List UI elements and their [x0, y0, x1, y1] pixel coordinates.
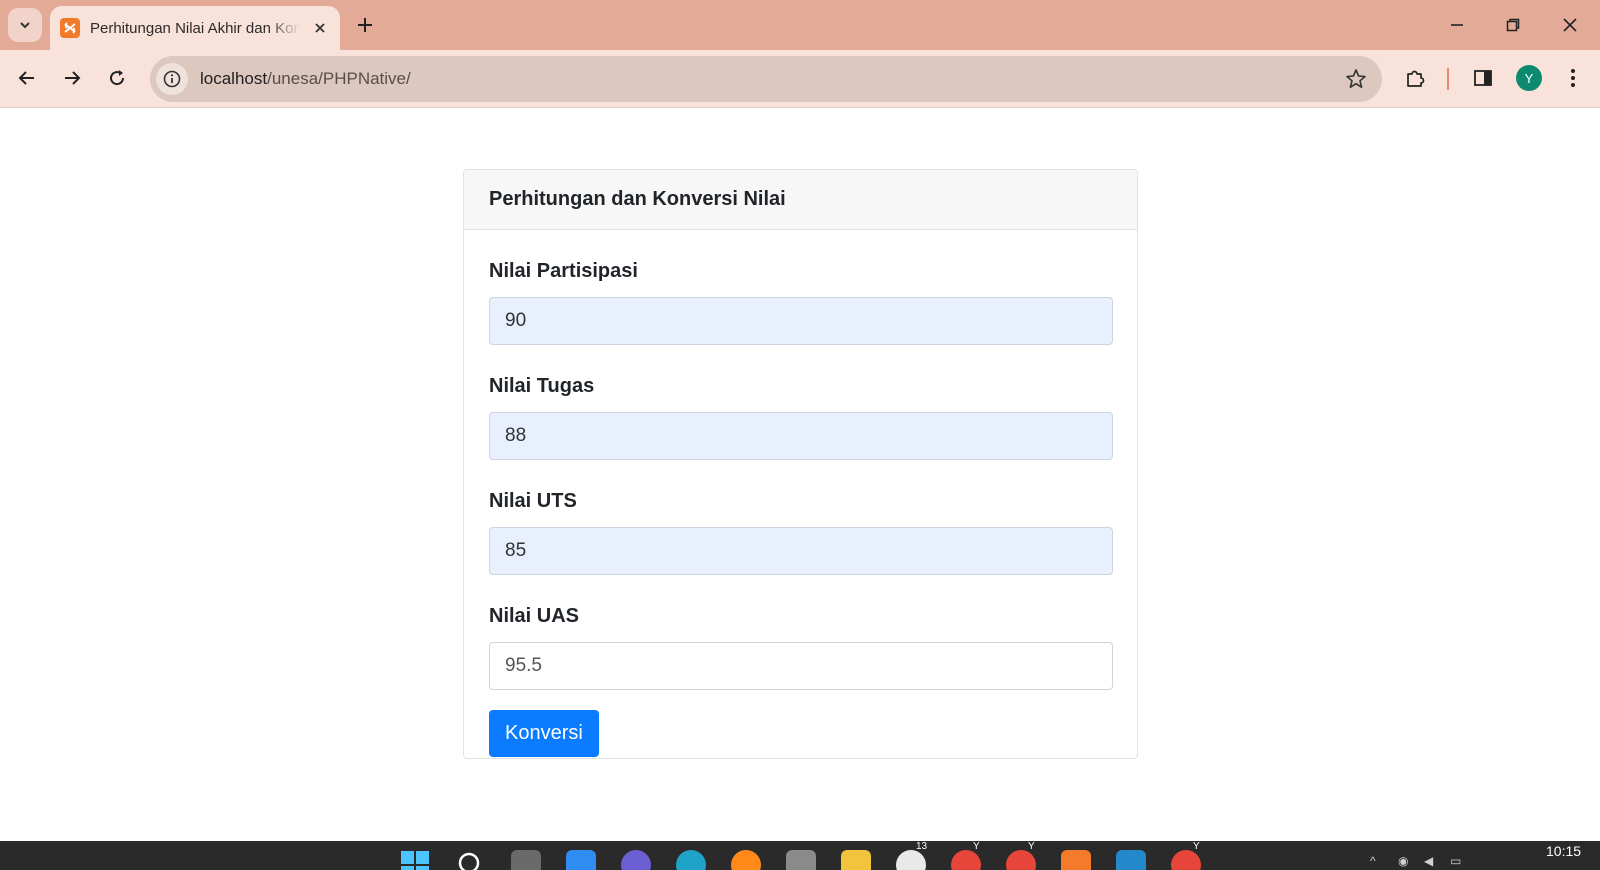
xampp-favicon-icon — [60, 18, 80, 38]
label-nilai-uts: Nilai UTS — [489, 490, 577, 512]
reload-icon — [110, 70, 125, 86]
minimize-icon — [1451, 24, 1463, 26]
konversi-button[interactable]: Konversi — [489, 710, 599, 757]
side-panel-button[interactable] — [1466, 61, 1500, 95]
tab-title: Perhitungan Nilai Akhir dan Konversi Nil… — [90, 19, 300, 37]
tab-strip: Perhitungan Nilai Akhir dan Konversi Nil… — [0, 0, 1600, 50]
xampp-icon[interactable] — [1061, 850, 1091, 870]
active-tab[interactable]: Perhitungan Nilai Akhir dan Konversi Nil… — [50, 6, 340, 50]
bookmark-star-icon[interactable] — [1344, 67, 1368, 91]
url-text: localhost/unesa/PHPNative/ — [200, 69, 411, 89]
chrome-active-icon[interactable] — [1171, 850, 1201, 870]
chrome-profile-badge-1: Y — [973, 841, 980, 852]
back-button[interactable] — [10, 61, 44, 95]
menu-button[interactable] — [1556, 61, 1590, 95]
card-title: Perhitungan dan Konversi Nilai — [464, 170, 1137, 230]
plus-icon — [358, 18, 372, 32]
restore-button[interactable] — [1498, 10, 1528, 40]
profile-avatar[interactable]: Y — [1516, 65, 1542, 91]
url-path: /unesa/PHPNative/ — [267, 69, 411, 88]
whatsapp-badge: 13 — [916, 841, 928, 852]
restore-icon — [1506, 18, 1520, 32]
site-info-icon[interactable] — [156, 63, 188, 95]
new-tab-button[interactable] — [352, 12, 378, 38]
edge-icon[interactable] — [676, 850, 706, 870]
input-nilai-uas[interactable] — [489, 642, 1113, 690]
windows-taskbar: 13 Y Y Y ^ ◉ ◀ ▭ 10:15 — [0, 841, 1600, 870]
field-group-uts: Nilai UTS — [489, 490, 1113, 575]
chevron-up-icon[interactable]: ^ — [1370, 854, 1376, 868]
puzzle-icon — [1407, 70, 1425, 87]
form-card: Perhitungan dan Konversi Nilai Nilai Par… — [463, 169, 1138, 759]
whatsapp-icon[interactable] — [896, 850, 926, 870]
input-nilai-tugas[interactable] — [489, 412, 1113, 460]
chrome-profile-badge-3: Y — [1193, 841, 1200, 852]
chevron-down-icon — [20, 22, 30, 29]
label-nilai-tugas: Nilai Tugas — [489, 375, 595, 397]
toolbar-divider — [1447, 68, 1449, 90]
chrome-profile-icon[interactable] — [1006, 850, 1036, 870]
search-icon[interactable] — [456, 850, 486, 870]
tab-close-icon[interactable] — [310, 18, 330, 38]
clock[interactable]: 10:15 — [1546, 843, 1581, 859]
wifi-icon[interactable]: ◉ — [1398, 854, 1408, 868]
chrome-profile-icon[interactable] — [951, 850, 981, 870]
minimize-button[interactable] — [1442, 10, 1472, 40]
task-view-icon[interactable] — [511, 850, 541, 870]
chrome-profile-badge-2: Y — [1028, 841, 1035, 852]
address-bar[interactable]: localhost/unesa/PHPNative/ — [150, 56, 1382, 102]
forward-button[interactable] — [55, 61, 89, 95]
battery-icon[interactable]: ▭ — [1450, 854, 1461, 868]
label-nilai-partisipasi: Nilai Partisipasi — [489, 260, 638, 282]
form-body: Nilai Partisipasi Nilai Tugas Nilai UTS … — [464, 230, 1137, 757]
field-group-tugas: Nilai Tugas — [489, 375, 1113, 460]
reload-button[interactable] — [100, 61, 134, 95]
teams-icon[interactable] — [621, 850, 651, 870]
firefox-icon[interactable] — [731, 850, 761, 870]
more-vertical-icon — [1571, 69, 1575, 87]
input-nilai-uts[interactable] — [489, 527, 1113, 575]
extensions-button[interactable] — [1398, 61, 1432, 95]
input-nilai-partisipasi[interactable] — [489, 297, 1113, 345]
arrow-right-icon — [65, 71, 81, 85]
camera-icon[interactable] — [786, 850, 816, 870]
label-nilai-uas: Nilai UAS — [489, 605, 580, 627]
arrow-left-icon — [18, 71, 34, 85]
side-panel-icon — [1474, 70, 1492, 86]
url-host: localhost — [200, 69, 268, 88]
vscode-icon[interactable] — [1116, 850, 1146, 870]
tab-search-button[interactable] — [8, 8, 42, 42]
windows-start-icon[interactable] — [400, 850, 430, 870]
widgets-icon[interactable] — [566, 850, 596, 870]
close-icon — [1563, 18, 1577, 32]
browser-toolbar: localhost/unesa/PHPNative/ Y — [0, 50, 1600, 108]
page-content: Perhitungan dan Konversi Nilai Nilai Par… — [0, 108, 1600, 841]
field-group-uas: Nilai UAS — [489, 605, 1113, 690]
close-window-button[interactable] — [1555, 10, 1585, 40]
field-group-partisipasi: Nilai Partisipasi — [489, 260, 1113, 345]
file-explorer-icon[interactable] — [841, 850, 871, 870]
volume-icon[interactable]: ◀ — [1424, 854, 1433, 868]
